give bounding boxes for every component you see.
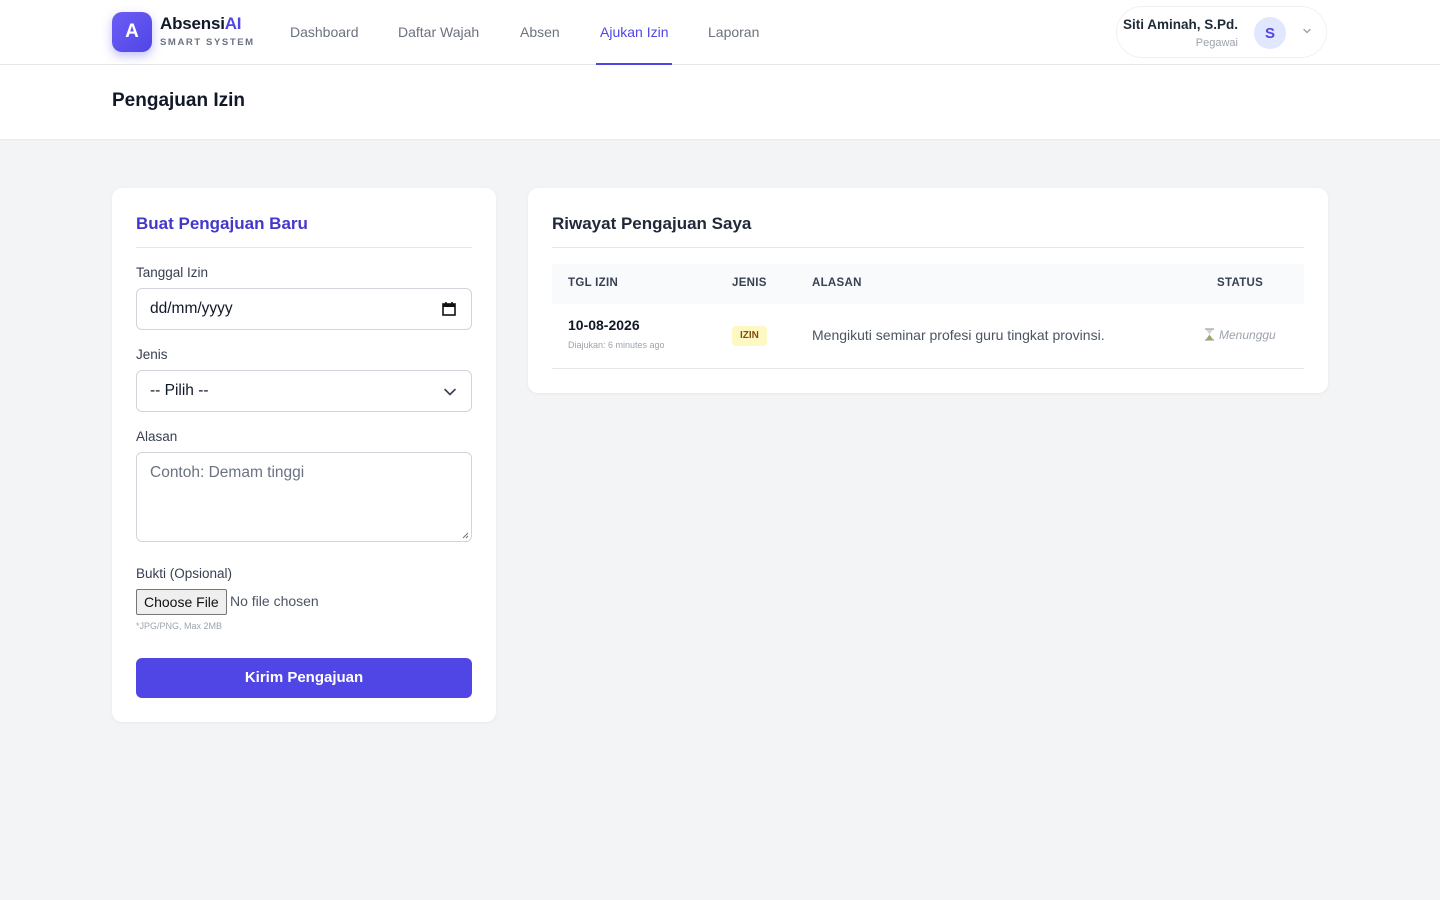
reason-textarea[interactable]: Contoh: Demam tinggi [136, 452, 472, 542]
user-menu[interactable]: Siti Aminah, S.Pd. Pegawai S [1116, 6, 1327, 58]
page-header: Pengajuan Izin [0, 65, 1440, 139]
calendar-icon[interactable] [441, 301, 457, 317]
choose-file-button[interactable]: Choose File [136, 589, 227, 615]
brand-name-accent: AI [224, 14, 242, 33]
date-value: dd/mm/yyyy [150, 300, 233, 317]
form-title: Buat Pengajuan Baru [136, 214, 308, 233]
column-header-date: TGL IZIN [568, 277, 619, 289]
nav-absen[interactable]: Absen [516, 0, 564, 65]
brand[interactable]: AbsensiAI SMART SYSTEM [160, 14, 255, 48]
resize-grip-icon[interactable] [461, 531, 469, 539]
brand-subtitle: SMART SYSTEM [160, 37, 255, 48]
table-row: 10-08-2026 Diajukan: 6 minutes ago IZIN … [552, 304, 1304, 369]
date-input[interactable]: dd/mm/yyyy [136, 288, 472, 330]
status-label: Menunggu [1219, 328, 1276, 342]
reason-placeholder: Contoh: Demam tinggi [150, 464, 305, 481]
column-header-status: STATUS [1217, 277, 1264, 289]
nav-ajukan-izin[interactable]: Ajukan Izin [596, 0, 673, 65]
logo-initial: A [125, 21, 139, 42]
nav-daftar-wajah[interactable]: Daftar Wajah [394, 0, 483, 65]
column-header-type: JENIS [732, 277, 767, 289]
top-navbar: A AbsensiAI SMART SYSTEM Dashboard Dafta… [0, 0, 1440, 65]
divider [552, 247, 1304, 248]
date-label: Tanggal Izin [136, 265, 209, 280]
avatar-initial: S [1264, 24, 1275, 42]
type-label: Jenis [136, 347, 168, 362]
brand-name: AbsensiAI [160, 14, 255, 34]
nav-dashboard[interactable]: Dashboard [286, 0, 363, 65]
nav-laporan[interactable]: Laporan [704, 0, 763, 65]
column-header-reason: ALASAN [812, 277, 862, 289]
page-title: Pengajuan Izin [112, 90, 246, 111]
row-reason: Mengikuti seminar profesi guru tingkat p… [812, 327, 1105, 343]
logo-mark[interactable]: A [112, 12, 152, 52]
hourglass-icon [1205, 328, 1214, 341]
type-badge: IZIN [732, 326, 767, 346]
avatar: S [1254, 17, 1286, 49]
type-value: -- Pilih -- [150, 382, 209, 399]
user-role: Pegawai [1195, 37, 1238, 49]
row-date: 10-08-2026 [568, 317, 640, 333]
chevron-down-icon[interactable] [1301, 25, 1313, 37]
new-request-card: Buat Pengajuan Baru Tanggal Izin dd/mm/y… [112, 188, 496, 722]
history-title: Riwayat Pengajuan Saya [552, 214, 752, 233]
type-select[interactable]: -- Pilih -- [136, 370, 472, 412]
file-status: No file chosen [230, 593, 319, 609]
reason-label: Alasan [136, 429, 178, 444]
chevron-down-icon [444, 388, 456, 396]
row-submitted: Diajukan: 6 minutes ago [568, 340, 665, 350]
divider [136, 247, 472, 248]
table-header: TGL IZIN JENIS ALASAN STATUS [552, 264, 1304, 304]
user-name: Siti Aminah, S.Pd. [1122, 17, 1238, 32]
brand-name-main: Absensi [160, 14, 225, 33]
status-badge: Menunggu [1204, 328, 1276, 342]
history-card: Riwayat Pengajuan Saya TGL IZIN JENIS AL… [528, 188, 1328, 393]
submit-button[interactable]: Kirim Pengajuan [136, 658, 472, 698]
file-hint: *JPG/PNG, Max 2MB [136, 621, 223, 631]
proof-label: Bukti (Opsional) [136, 566, 233, 581]
